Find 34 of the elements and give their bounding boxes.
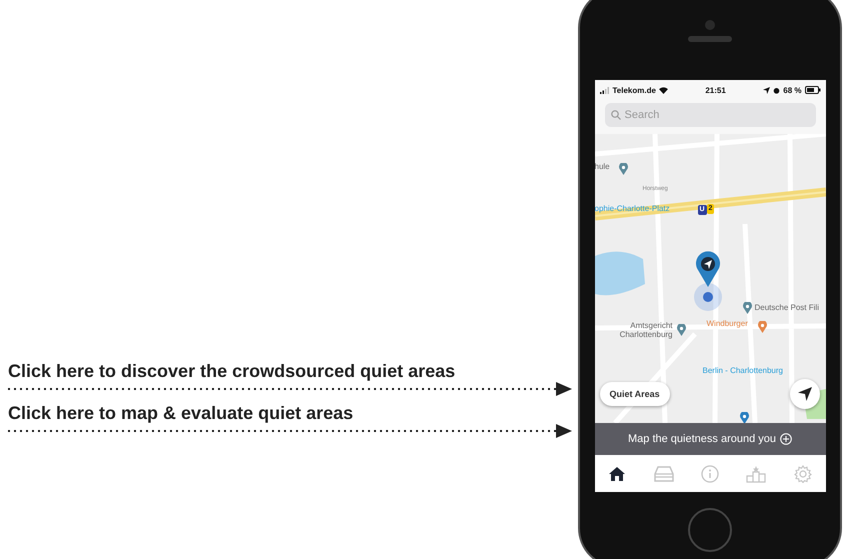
settings-icon xyxy=(794,464,812,482)
search-icon xyxy=(610,110,620,120)
location-arrow-icon xyxy=(763,86,770,94)
tray-icon xyxy=(654,466,674,482)
map-quietness-banner[interactable]: Map the quietness around you xyxy=(594,423,826,455)
map-pin-icon xyxy=(758,321,766,333)
info-icon xyxy=(700,464,719,482)
location-arrow-icon xyxy=(798,387,812,401)
carrier-name: Telekom.de xyxy=(612,86,656,94)
map-pin-icon xyxy=(742,302,752,314)
quiet-areas-button[interactable]: Quiet Areas xyxy=(600,382,670,406)
callout-text: Click here to map & evaluate quiet areas xyxy=(8,402,354,424)
wifi-icon xyxy=(658,86,668,94)
battery-icon xyxy=(804,86,820,94)
signal-icon xyxy=(600,86,610,94)
clock-time: 21:51 xyxy=(705,86,726,94)
home-button[interactable] xyxy=(688,508,732,552)
plus-circle-icon xyxy=(780,433,792,445)
map-pin-icon xyxy=(740,412,748,423)
map-pin-icon xyxy=(618,163,628,175)
speaker-grille xyxy=(688,36,732,42)
home-icon xyxy=(608,466,626,482)
callout-text: Click here to discover the crowdsourced quiet areas xyxy=(8,360,456,382)
map-label: Berlin - Charlottenburg xyxy=(702,367,783,376)
map-label: hule xyxy=(594,163,610,172)
battery-percent: 68 % xyxy=(783,86,802,94)
map-label: Deutsche Post Fili xyxy=(754,304,819,313)
map-pin-icon xyxy=(676,324,686,336)
camera-icon xyxy=(705,20,715,30)
map-label: ophie-Charlotte-Platz xyxy=(594,205,670,214)
podium-icon xyxy=(746,464,766,482)
map-label: Amtsgericht Charlottenburg xyxy=(618,322,672,340)
location-marker-icon xyxy=(694,250,722,311)
map-label: Windburger xyxy=(706,320,748,329)
